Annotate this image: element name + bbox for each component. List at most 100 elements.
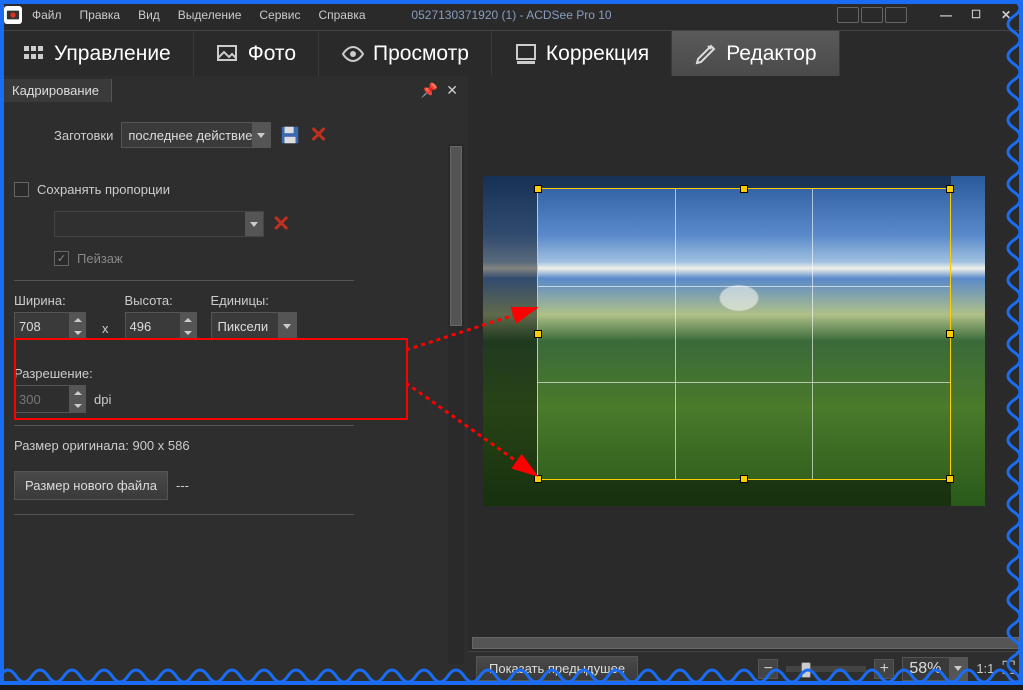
new-file-size-button[interactable]: Размер нового файла — [14, 471, 168, 500]
delete-preset-icon[interactable]: ✕ — [309, 122, 327, 148]
fit-screen-icon[interactable]: ⛶ — [1002, 658, 1015, 679]
viewer-scrollbar-h[interactable] — [468, 635, 1023, 651]
tab-edit-label: Редактор — [726, 42, 816, 66]
tool-sidebar: Кадрирование 📌 ✕ Заготовки последнее дей… — [0, 76, 468, 685]
resolution-input[interactable] — [14, 385, 70, 413]
window-title: 0527130371920 (1) - ACDSee Pro 10 — [411, 8, 611, 22]
height-field[interactable] — [125, 312, 197, 340]
mode-tabs: Управление Фото Просмотр Коррекция Редак… — [0, 30, 1023, 76]
chevron-down-icon[interactable] — [949, 658, 967, 680]
menu-help[interactable]: Справка — [318, 8, 365, 22]
chevron-down-icon[interactable] — [245, 212, 263, 236]
tab-edit[interactable]: Редактор — [672, 31, 839, 76]
original-size-text: Размер оригинала: 900 x 586 — [14, 438, 432, 453]
titlebar: Файл Правка Вид Выделение Сервис Справка… — [0, 0, 1023, 30]
sidebar-tab-header: Кадрирование 📌 ✕ — [0, 76, 468, 104]
divider — [14, 425, 354, 426]
x-separator: x — [100, 321, 111, 340]
viewer-bottom-bar: Показать предыдущее − + 58% 1:1 ⛶ — [468, 651, 1023, 685]
presets-label: Заготовки — [54, 128, 113, 143]
grid-icon — [22, 42, 46, 66]
width-input[interactable] — [14, 312, 70, 340]
landscape-label: Пейзаж — [77, 251, 123, 266]
tab-photo-label: Фото — [248, 42, 296, 66]
reset-ratio-icon[interactable]: ✕ — [272, 211, 290, 237]
app-icon — [4, 6, 22, 24]
panel-scrollbar[interactable] — [448, 144, 464, 664]
crop-handle-sw[interactable] — [534, 475, 542, 483]
close-button[interactable]: ✕ — [997, 8, 1015, 22]
keep-ratio-checkbox[interactable] — [14, 182, 29, 197]
crop-frame[interactable] — [537, 188, 951, 480]
units-value: Пиксели — [218, 319, 269, 334]
show-previous-button[interactable]: Показать предыдущее — [476, 656, 638, 681]
menu-select[interactable]: Выделение — [178, 8, 242, 22]
chevron-down-icon[interactable] — [278, 313, 296, 339]
width-field[interactable] — [14, 312, 86, 340]
tab-manage[interactable]: Управление — [0, 31, 194, 76]
resolution-field[interactable] — [14, 385, 86, 413]
sliders-icon — [514, 42, 538, 66]
landscape-checkbox[interactable] — [54, 251, 69, 266]
dimensions-row: Ширина: x Высота: — [14, 293, 432, 340]
panel-close-icon[interactable]: ✕ — [446, 82, 458, 99]
presets-value: последнее действие — [128, 128, 252, 143]
menu-edit[interactable]: Правка — [80, 8, 121, 22]
tab-develop[interactable]: Коррекция — [492, 31, 672, 76]
canvas-area[interactable] — [468, 76, 1023, 635]
eye-icon — [341, 42, 365, 66]
tab-develop-label: Коррекция — [546, 42, 649, 66]
one-to-one-button[interactable]: 1:1 — [976, 661, 994, 676]
height-down[interactable] — [181, 326, 196, 339]
height-label: Высота: — [125, 293, 197, 308]
divider — [14, 514, 354, 515]
zoom-value: 58% — [909, 660, 941, 678]
menu-service[interactable]: Сервис — [259, 8, 300, 22]
chevron-down-icon[interactable] — [252, 123, 270, 147]
resolution-label: Разрешение: — [14, 366, 432, 381]
main-area: Кадрирование 📌 ✕ Заготовки последнее дей… — [0, 76, 1023, 685]
pin-icon[interactable]: 📌 — [421, 82, 438, 99]
resolution-down[interactable] — [70, 399, 85, 412]
width-label: Ширина: — [14, 293, 86, 308]
sidebar-tab-title: Кадрирование — [0, 79, 112, 102]
tab-view-label: Просмотр — [373, 42, 469, 66]
units-dropdown[interactable]: Пиксели — [211, 312, 297, 340]
zoom-dropdown[interactable]: 58% — [902, 657, 968, 681]
pane-layout-3[interactable] — [885, 7, 907, 23]
presets-dropdown[interactable]: последнее действие — [121, 122, 271, 148]
pane-layout-buttons — [837, 7, 909, 23]
crop-handle-n[interactable] — [740, 185, 748, 193]
zoom-slider[interactable] — [786, 666, 866, 672]
height-input[interactable] — [125, 312, 181, 340]
pane-layout-2[interactable] — [861, 7, 883, 23]
keep-ratio-label: Сохранять пропорции — [37, 182, 170, 197]
resolution-up[interactable] — [70, 386, 85, 399]
dpi-label: dpi — [94, 392, 111, 407]
crop-handle-s[interactable] — [740, 475, 748, 483]
pane-layout-1[interactable] — [837, 7, 859, 23]
units-label: Единицы: — [211, 293, 297, 308]
width-up[interactable] — [70, 313, 85, 326]
crop-handle-e[interactable] — [946, 330, 954, 338]
crop-handle-se[interactable] — [946, 475, 954, 483]
zoom-in-button[interactable]: + — [874, 659, 894, 679]
new-file-size-value: --- — [176, 478, 189, 493]
main-menu: Файл Правка Вид Выделение Сервис Справка — [32, 8, 366, 22]
width-down[interactable] — [70, 326, 85, 339]
crop-handle-ne[interactable] — [946, 185, 954, 193]
tab-photo[interactable]: Фото — [194, 31, 319, 76]
crop-handle-w[interactable] — [534, 330, 542, 338]
crop-handle-nw[interactable] — [534, 185, 542, 193]
menu-view[interactable]: Вид — [138, 8, 160, 22]
divider — [14, 280, 354, 281]
menu-file[interactable]: Файл — [32, 8, 62, 22]
ruler-pencil-icon — [694, 42, 718, 66]
height-up[interactable] — [181, 313, 196, 326]
ratio-dropdown[interactable] — [54, 211, 264, 237]
minimize-button[interactable]: — — [937, 8, 955, 22]
maximize-button[interactable]: ☐ — [967, 8, 985, 22]
save-icon[interactable] — [279, 124, 301, 146]
tab-view[interactable]: Просмотр — [319, 31, 492, 76]
zoom-out-button[interactable]: − — [758, 659, 778, 679]
